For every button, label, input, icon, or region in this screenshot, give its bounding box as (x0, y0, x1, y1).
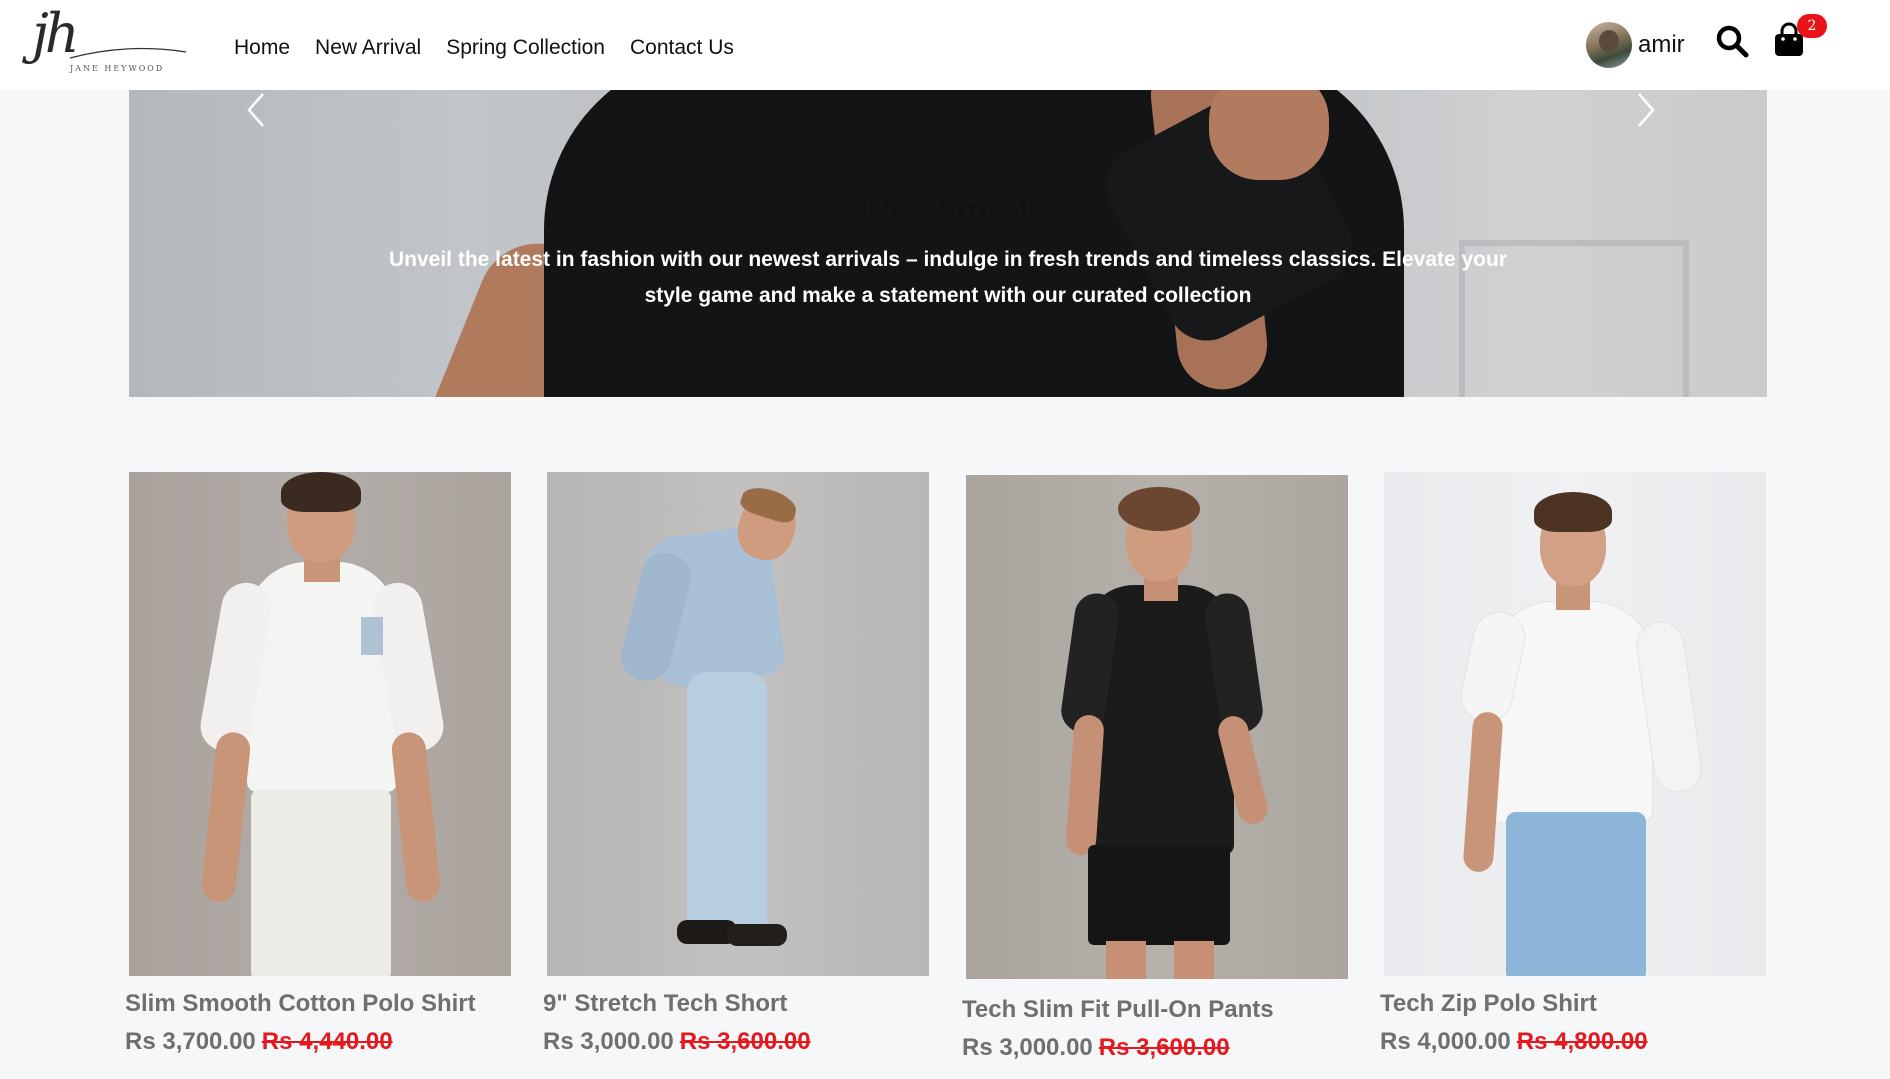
chevron-left-icon[interactable] (239, 90, 275, 130)
product-name[interactable]: Tech Slim Fit Pull-On Pants (962, 996, 1274, 1024)
original-price: Rs 4,800.00 (1516, 1028, 1648, 1055)
original-price: Rs 3,600.00 (679, 1028, 811, 1055)
nav-home[interactable]: Home (234, 36, 290, 60)
model-jeans (687, 672, 767, 932)
nav-spring-collection[interactable]: Spring Collection (446, 36, 605, 60)
product-name[interactable]: Slim Smooth Cotton Polo Shirt (125, 990, 476, 1018)
search-icon[interactable] (1715, 24, 1749, 58)
model-arm (200, 730, 252, 904)
site-header: jh JANE HEYWOOD Home New Arrival Spring … (0, 0, 1890, 90)
model-arm (390, 730, 442, 904)
current-price: Rs 4,000.00 (1380, 1028, 1511, 1055)
cart-count-badge: 2 (1797, 14, 1827, 38)
model-arm (1462, 711, 1504, 873)
model-pants (251, 790, 391, 976)
user-menu[interactable]: amir (1586, 22, 1685, 68)
product-price: Rs 4,000.00 Rs 4,800.00 (1380, 1028, 1648, 1056)
product-image[interactable] (547, 472, 929, 976)
logo-subtitle: JANE HEYWOOD (70, 64, 165, 73)
model-jeans (1506, 812, 1646, 976)
product-name[interactable]: 9" Stretch Tech Short (543, 990, 787, 1018)
model-shoe (727, 924, 787, 946)
current-price: Rs 3,000.00 (962, 1034, 1093, 1061)
avatar[interactable] (1586, 22, 1632, 68)
product-image[interactable] (1384, 472, 1766, 976)
hero-banner: New Arrival Unveil the latest in fashion… (129, 90, 1767, 397)
model-shorts (1088, 845, 1230, 945)
model-hair (281, 472, 361, 512)
product-image[interactable] (966, 475, 1348, 979)
product-price: Rs 3,000.00 Rs 3,600.00 (543, 1028, 811, 1056)
hero-title: New Arrival (868, 194, 1028, 226)
product-price: Rs 3,000.00 Rs 3,600.00 (962, 1034, 1230, 1062)
current-price: Rs 3,000.00 (543, 1028, 674, 1055)
model-leg (1106, 941, 1146, 979)
current-price: Rs 3,700.00 (125, 1028, 256, 1055)
product-price: Rs 3,700.00 Rs 4,440.00 (125, 1028, 393, 1056)
chevron-right-icon[interactable] (1627, 90, 1663, 130)
model-hair (1534, 492, 1612, 532)
brand-logo[interactable]: jh JANE HEYWOOD (28, 2, 188, 84)
nav-new-arrival[interactable]: New Arrival (315, 36, 421, 60)
user-name[interactable]: amir (1638, 31, 1685, 59)
product-name[interactable]: Tech Zip Polo Shirt (1380, 990, 1597, 1018)
main-nav: Home New Arrival Spring Collection Conta… (234, 36, 759, 60)
model-hair (1118, 487, 1200, 531)
product-image[interactable] (129, 472, 511, 976)
nav-contact-us[interactable]: Contact Us (630, 36, 734, 60)
hero-model-hand (1209, 90, 1329, 180)
tshirt-logo (361, 617, 383, 655)
model-leg (1174, 941, 1214, 979)
original-price: Rs 4,440.00 (261, 1028, 393, 1055)
logo-swash (69, 48, 187, 59)
hero-description: Unveil the latest in fashion with our ne… (388, 248, 1508, 307)
original-price: Rs 3,600.00 (1098, 1034, 1230, 1061)
